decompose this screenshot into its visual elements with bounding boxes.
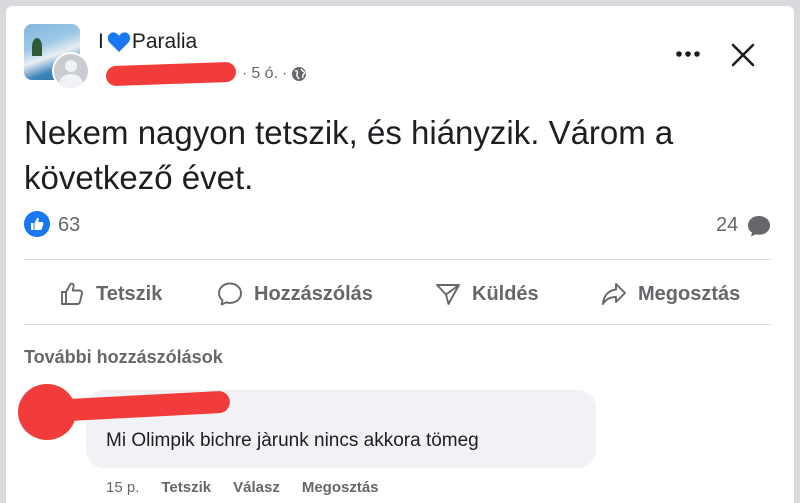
comment-count-icon bbox=[748, 216, 770, 237]
group-name[interactable]: I Paralia bbox=[98, 30, 197, 54]
globe-icon bbox=[292, 67, 307, 81]
comment-share-button[interactable]: Megosztás bbox=[302, 479, 379, 496]
share-button-label: Megosztás bbox=[638, 282, 741, 305]
comment-actions: 15 p. Tetszik Válasz Megosztás bbox=[106, 479, 379, 496]
group-name-prefix: I bbox=[98, 30, 104, 53]
meta-separator: · bbox=[242, 65, 248, 82]
post-text: Nekem nagyon tetszik, és hiányzik. Várom… bbox=[24, 114, 674, 196]
comment-text: Mi Olimpik bichre jàrunk nincs akkora tö… bbox=[106, 430, 479, 451]
divider-top bbox=[24, 259, 772, 260]
comment-icon bbox=[218, 282, 242, 306]
heart-icon bbox=[107, 32, 130, 52]
redacted-author bbox=[105, 61, 237, 87]
comment-reply-button[interactable]: Válasz bbox=[233, 479, 280, 496]
post-meta: · 5 ó. · bbox=[105, 61, 307, 87]
like-icon bbox=[61, 282, 83, 305]
comment-time[interactable]: 15 p. bbox=[106, 479, 139, 496]
comment-count[interactable]: 24 bbox=[716, 214, 738, 237]
send-icon bbox=[436, 284, 460, 305]
send-button[interactable]: Küldés bbox=[434, 278, 539, 310]
like-button-label: Tetszik bbox=[96, 282, 163, 305]
close-icon[interactable] bbox=[730, 42, 756, 68]
more-icon[interactable] bbox=[674, 44, 702, 64]
meta-separator-2: · bbox=[282, 65, 288, 82]
like-reaction-icon[interactable] bbox=[24, 211, 50, 237]
share-icon bbox=[602, 283, 626, 305]
like-count[interactable]: 63 bbox=[58, 214, 80, 237]
comment-button-label: Hozzászólás bbox=[254, 282, 373, 305]
group-name-text: Paralia bbox=[131, 30, 198, 53]
send-button-label: Küldés bbox=[472, 282, 539, 305]
like-button[interactable]: Tetszik bbox=[58, 278, 162, 310]
comment-like-button[interactable]: Tetszik bbox=[161, 479, 211, 496]
share-button[interactable]: Megosztás bbox=[600, 278, 740, 310]
avatar-group[interactable] bbox=[24, 24, 90, 90]
comment-button[interactable]: Hozzászólás bbox=[216, 278, 373, 310]
post-time[interactable]: 5 ó. bbox=[251, 65, 278, 83]
user-avatar[interactable] bbox=[52, 52, 90, 90]
more-comments-link[interactable]: További hozzászólások bbox=[24, 347, 223, 368]
divider-bottom bbox=[24, 324, 772, 325]
